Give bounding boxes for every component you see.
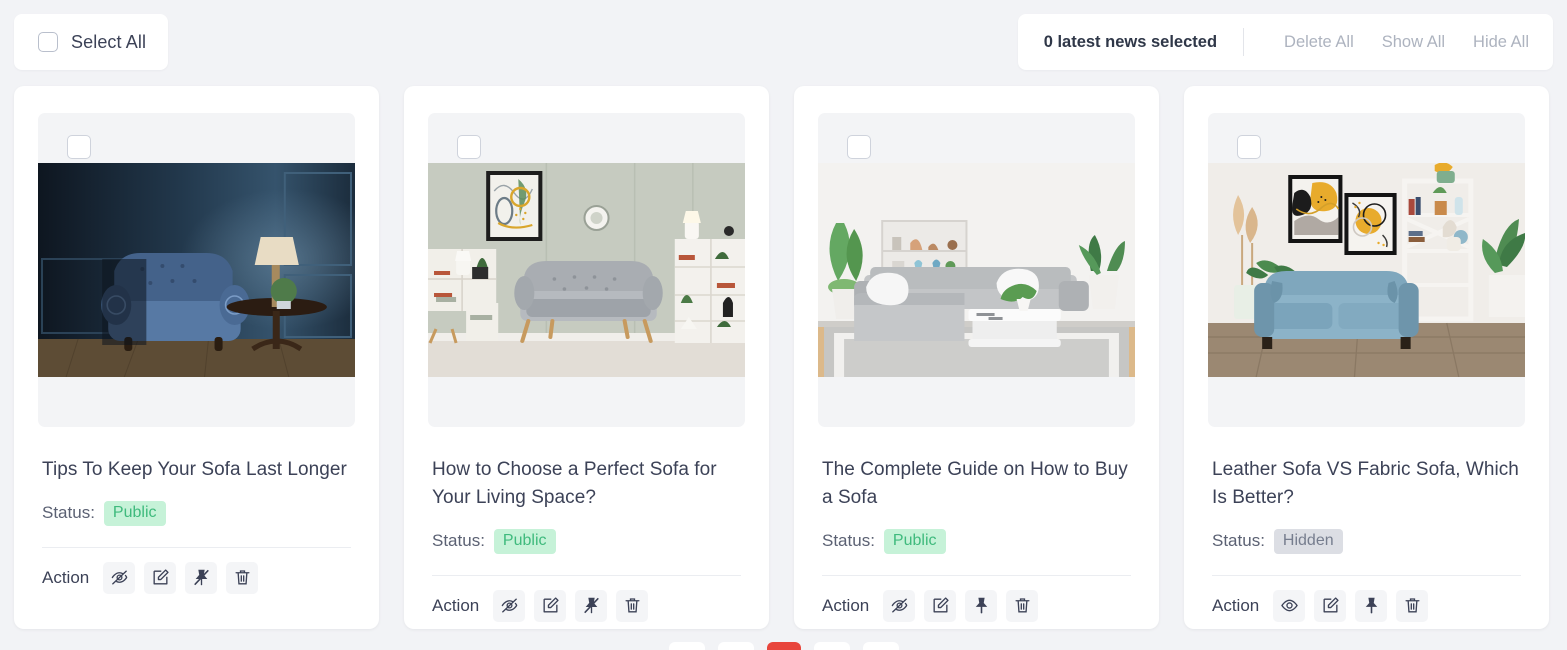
trash-icon — [625, 598, 640, 613]
card-actions: Action — [1212, 589, 1521, 622]
status-badge: Public — [883, 529, 946, 554]
edit-icon — [1323, 597, 1339, 613]
selected-count-text: 0 latest news selected — [1043, 32, 1218, 51]
eye-off-icon — [891, 598, 908, 613]
pin-button[interactable] — [1355, 589, 1388, 622]
show-all-button[interactable]: Show All — [1368, 33, 1459, 52]
card-actions: Action — [822, 589, 1131, 622]
edit-icon — [933, 597, 949, 613]
card-divider — [42, 546, 351, 548]
delete-button[interactable] — [226, 561, 259, 594]
card-media — [818, 113, 1135, 427]
eye-icon — [1280, 599, 1298, 612]
pagination — [0, 642, 1567, 650]
unpin-button[interactable] — [185, 561, 218, 594]
pin-icon — [975, 597, 987, 614]
card-divider — [1212, 574, 1521, 576]
delete-button[interactable] — [616, 589, 649, 622]
news-card[interactable]: Leather Sofa VS Fabric Sofa, Which Is Be… — [1184, 86, 1549, 629]
card-title: The Complete Guide on How to Buy a Sofa — [822, 459, 1128, 508]
card-title: How to Choose a Perfect Sofa for Your Li… — [432, 459, 717, 508]
status-prefix-label: Status: — [1212, 531, 1265, 551]
pin-off-icon — [194, 569, 209, 586]
status-badge: Public — [103, 501, 166, 526]
pagination-page[interactable] — [862, 642, 899, 650]
hide-button[interactable] — [103, 561, 136, 594]
status-prefix-label: Status: — [432, 531, 485, 551]
edit-button[interactable] — [144, 561, 177, 594]
eye-off-icon — [501, 598, 518, 613]
toolbar-divider — [1243, 28, 1245, 56]
card-select-checkbox[interactable] — [1237, 135, 1261, 159]
show-button[interactable] — [1273, 589, 1306, 622]
pin-icon — [1365, 597, 1377, 614]
trash-icon — [1405, 598, 1420, 613]
card-select-checkbox[interactable] — [457, 135, 481, 159]
card-thumbnail — [38, 163, 355, 377]
edit-button[interactable] — [1314, 589, 1347, 622]
pin-off-icon — [584, 597, 599, 614]
card-status: Status: Public — [432, 529, 741, 554]
status-badge: Hidden — [1273, 529, 1343, 554]
card-media — [38, 113, 355, 427]
card-divider — [432, 574, 741, 576]
pagination-page[interactable] — [813, 642, 850, 650]
edit-icon — [153, 569, 169, 585]
card-media — [428, 113, 745, 427]
trash-icon — [235, 570, 250, 585]
card-divider — [822, 574, 1131, 576]
card-title: Leather Sofa VS Fabric Sofa, Which Is Be… — [1212, 459, 1519, 508]
trash-icon — [1015, 598, 1030, 613]
hide-all-button[interactable]: Hide All — [1459, 33, 1529, 52]
select-all-checkbox[interactable] — [38, 32, 58, 52]
action-label: Action — [822, 595, 870, 615]
card-actions: Action — [432, 589, 741, 622]
delete-button[interactable] — [1006, 589, 1039, 622]
eye-off-icon — [111, 570, 128, 585]
bulk-actions-bar: 0 latest news selected Delete All Show A… — [1017, 14, 1553, 70]
pagination-page[interactable] — [668, 642, 705, 650]
news-card[interactable]: The Complete Guide on How to Buy a Sofa … — [794, 86, 1159, 629]
news-card[interactable]: How to Choose a Perfect Sofa for Your Li… — [404, 86, 769, 629]
action-label: Action — [432, 595, 480, 615]
news-manager-page: Select All 0 latest news selected Delete… — [0, 0, 1567, 650]
card-select-checkbox[interactable] — [67, 135, 91, 159]
card-thumbnail — [428, 163, 745, 377]
card-title: Tips To Keep Your Sofa Last Longer — [42, 459, 347, 480]
edit-button[interactable] — [534, 589, 567, 622]
pagination-page[interactable] — [717, 642, 754, 650]
card-actions: Action — [42, 561, 351, 594]
card-select-checkbox[interactable] — [847, 135, 871, 159]
pagination-page-active[interactable] — [766, 642, 801, 650]
select-all-label: Select All — [71, 31, 147, 52]
card-status: Status: Public — [42, 501, 351, 526]
action-label: Action — [42, 567, 90, 587]
hide-button[interactable] — [883, 589, 916, 622]
card-thumbnail — [818, 163, 1135, 377]
toolbar: Select All 0 latest news selected Delete… — [14, 14, 1553, 70]
status-badge: Public — [493, 529, 556, 554]
card-thumbnail — [1208, 163, 1525, 377]
card-status: Status: Hidden — [1212, 529, 1521, 554]
edit-button[interactable] — [924, 589, 957, 622]
action-label: Action — [1212, 595, 1260, 615]
pin-button[interactable] — [965, 589, 998, 622]
news-card[interactable]: Tips To Keep Your Sofa Last Longer Statu… — [14, 86, 379, 629]
unpin-button[interactable] — [575, 589, 608, 622]
hide-button[interactable] — [493, 589, 526, 622]
delete-all-button[interactable]: Delete All — [1270, 33, 1368, 52]
edit-icon — [543, 597, 559, 613]
delete-button[interactable] — [1396, 589, 1429, 622]
card-media — [1208, 113, 1525, 427]
select-all-control[interactable]: Select All — [14, 14, 169, 70]
status-prefix-label: Status: — [822, 531, 875, 551]
news-card-grid: Tips To Keep Your Sofa Last Longer Statu… — [14, 86, 1549, 629]
card-status: Status: Public — [822, 529, 1131, 554]
status-prefix-label: Status: — [42, 503, 95, 523]
